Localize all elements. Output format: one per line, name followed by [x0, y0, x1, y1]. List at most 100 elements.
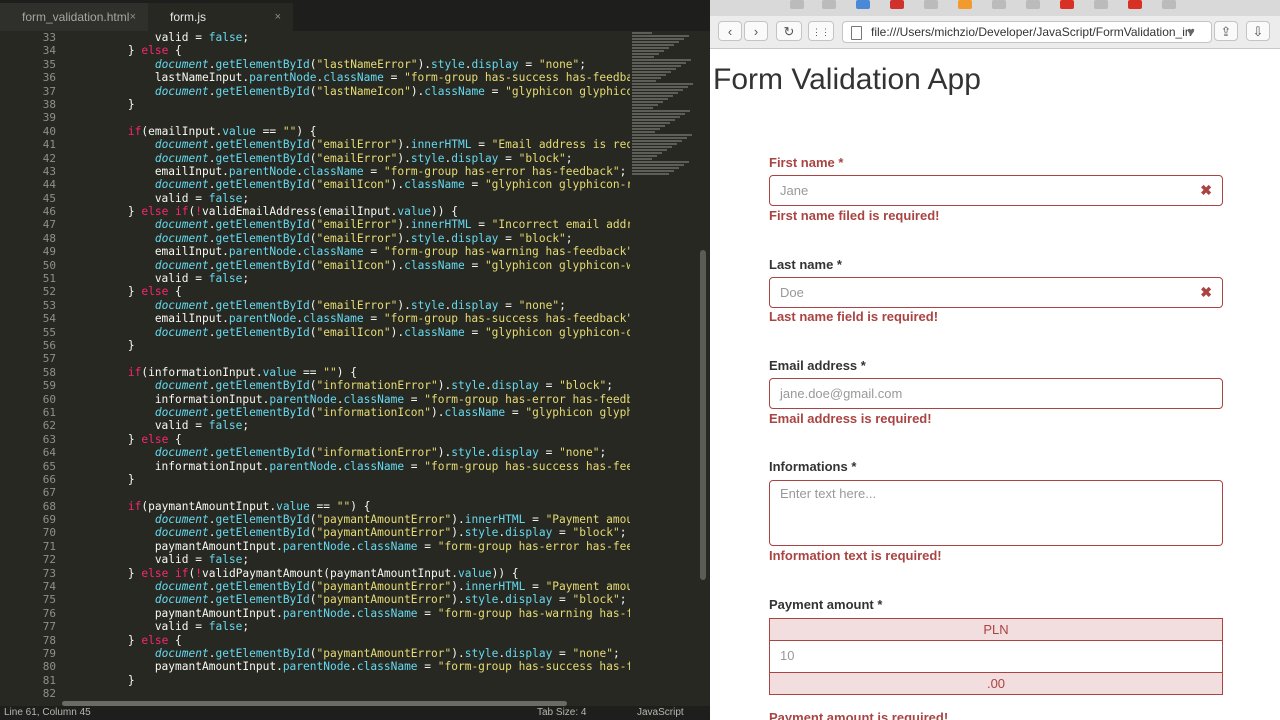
last-name-input[interactable]: Doe ✖	[769, 277, 1223, 308]
code-token: parentNode	[269, 459, 337, 473]
email-placeholder: jane.doe@gmail.com	[780, 386, 903, 401]
payment-input[interactable]: 10	[769, 641, 1223, 672]
code-token: informationInput.	[74, 392, 270, 406]
tab-favicon-icon[interactable]	[924, 0, 938, 9]
tab-favicon-icon[interactable]	[958, 0, 972, 9]
code-line: if(informationInput.value == "") {	[74, 366, 630, 379]
code-token: =	[471, 138, 492, 152]
youtube-icon[interactable]	[1060, 0, 1074, 9]
share-button[interactable]: ⇪	[1214, 21, 1238, 41]
tab-favicon-icon[interactable]	[992, 0, 1006, 9]
code-token: ) {	[296, 124, 317, 138]
code-token: "paymantAmountError"	[316, 526, 452, 540]
cursor-position: Line 61, Column 45	[4, 707, 91, 718]
reload-button[interactable]: ↻	[776, 21, 802, 41]
syntax-mode[interactable]: JavaScript	[637, 706, 684, 720]
minimap-line	[632, 32, 652, 34]
code-line: document.getElementById("paymantAmountEr…	[74, 513, 630, 526]
code-token: ==	[296, 365, 324, 379]
information-textarea[interactable]: Enter text here...	[769, 480, 1223, 546]
youtube-icon[interactable]	[1128, 0, 1142, 9]
close-icon[interactable]: ×	[275, 3, 281, 31]
minimap-line	[632, 86, 688, 88]
code-token: (emailInput.	[141, 124, 223, 138]
code-token: "Email address is required!"	[491, 138, 630, 152]
minimap-line	[632, 65, 681, 67]
tab-form-validation-html[interactable]: form_validation.html ×	[0, 3, 148, 31]
code-line: document.getElementById("emailIcon").cla…	[74, 259, 630, 272]
code-token: ;	[242, 272, 250, 286]
code-token: "informationIcon"	[316, 405, 432, 419]
tab-favicon-icon[interactable]	[1026, 0, 1040, 9]
code-token: else	[141, 633, 169, 647]
minimap[interactable]	[630, 31, 698, 221]
code-token: innerHTML	[464, 513, 526, 527]
code-line: }	[74, 339, 630, 352]
code-token: =	[404, 459, 425, 473]
address-bar[interactable]: file:///Users/michzio/Developer/JavaScri…	[842, 21, 1212, 43]
minimap-line	[632, 62, 686, 64]
tab-favicon-icon[interactable]	[1094, 0, 1108, 9]
code-token: ;	[619, 526, 627, 540]
code-token: lastNameInput.	[74, 71, 250, 85]
code-line: document.getElementById("paymantAmountEr…	[74, 593, 630, 606]
code-token: "form-group has-error has-feedback"	[437, 539, 630, 553]
code-token: getElementById	[215, 446, 310, 460]
minimap-line	[632, 119, 675, 121]
code-token: ;	[599, 446, 607, 460]
email-input[interactable]: jane.doe@gmail.com	[769, 378, 1223, 409]
first-name-input[interactable]: Jane ✖	[769, 175, 1223, 206]
close-icon[interactable]: ×	[130, 3, 136, 31]
line-number: 50	[42, 258, 56, 272]
minimap-line	[632, 80, 656, 82]
apps-button[interactable]: ⋮⋮	[808, 21, 834, 41]
code-token: "paymantAmountError"	[316, 513, 452, 527]
code-token: "block"	[572, 593, 620, 607]
vertical-scrollbar[interactable]	[700, 250, 706, 580]
angular-icon[interactable]	[890, 0, 904, 9]
tab-favicon-icon[interactable]	[822, 0, 836, 9]
line-number: 44	[42, 178, 56, 192]
code-token: className	[424, 84, 485, 98]
tab-favicon-icon[interactable]	[856, 0, 870, 9]
tab-size[interactable]: Tab Size: 4	[537, 706, 586, 720]
code-token: }	[74, 472, 135, 486]
code-token: =	[417, 660, 438, 674]
code-line: if(emailInput.value == "") {	[74, 125, 630, 138]
code-token: =	[538, 446, 560, 460]
minimap-line	[632, 74, 666, 76]
line-number: 53	[42, 298, 56, 312]
code-token: "emailIcon"	[316, 325, 391, 339]
forward-button[interactable]: ›	[744, 21, 768, 41]
tab-form-js[interactable]: form.js ×	[148, 3, 293, 31]
page-icon	[851, 26, 862, 40]
line-number: 72	[42, 553, 56, 567]
code-token: =	[505, 405, 526, 419]
minimap-line	[632, 113, 685, 115]
code-token: getElementById	[215, 405, 310, 419]
code-token: !	[195, 205, 203, 219]
code-area[interactable]: valid = false; } else { document.getElem…	[74, 31, 630, 706]
code-token: ""	[336, 499, 351, 513]
code-token: parentNode	[249, 71, 317, 85]
line-number: 37	[42, 84, 56, 98]
code-token: getElementById	[215, 325, 310, 339]
code-token: "emailIcon"	[316, 258, 391, 272]
tab-favicon-icon[interactable]	[1162, 0, 1176, 9]
tab-favicon-icon[interactable]	[790, 0, 804, 9]
code-token: document	[154, 405, 209, 419]
minimap-line	[632, 137, 687, 139]
back-button[interactable]: ‹	[718, 21, 742, 41]
code-token: false	[208, 553, 243, 567]
code-token: "block"	[518, 231, 566, 245]
code-token: ).	[397, 231, 411, 245]
line-number: 61	[42, 405, 56, 419]
code-token: "paymantAmountError"	[316, 593, 452, 607]
heart-icon[interactable]: ♥	[1180, 22, 1202, 42]
code-token: !	[195, 566, 203, 580]
download-button[interactable]: ⇩	[1246, 21, 1270, 41]
